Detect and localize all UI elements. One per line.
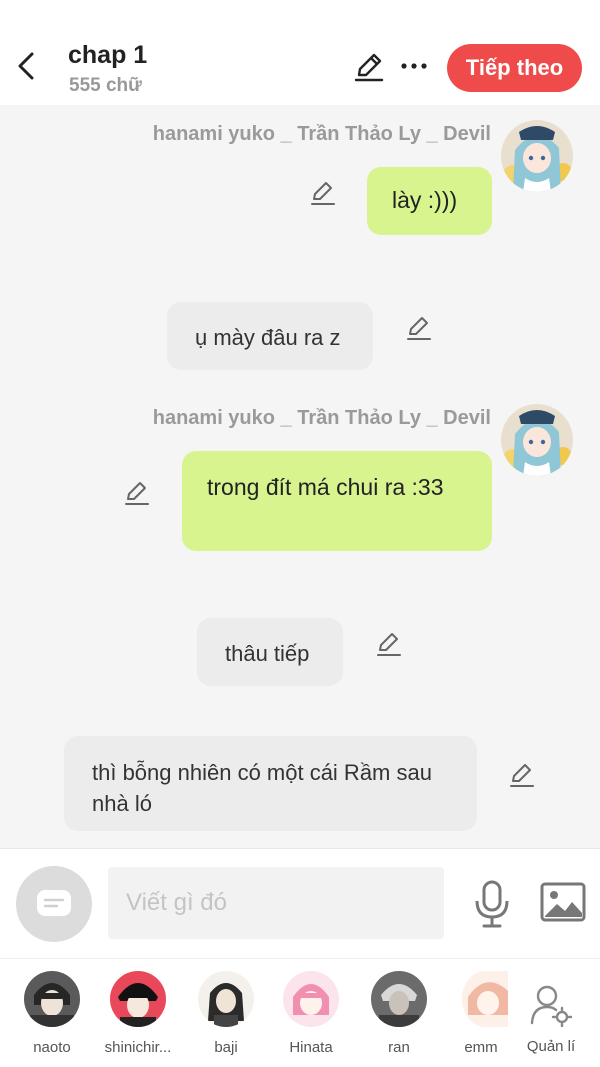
- character-avatar: [198, 971, 254, 1027]
- sender-name: hanami yuko _ Trần Thảo Ly _ Devil: [152, 407, 491, 429]
- character-item[interactable]: shinichir...: [103, 971, 173, 1056]
- back-icon[interactable]: [14, 50, 40, 82]
- user-settings-icon: [530, 985, 573, 1028]
- message-input[interactable]: [108, 867, 444, 939]
- message-bubble[interactable]: trong đít má chui ra :33: [182, 451, 492, 551]
- character-name: naoto: [33, 1039, 71, 1056]
- edit-message-icon[interactable]: [123, 479, 151, 507]
- chat-area[interactable]: hanami yuko _ Trần Thảo Ly _ Devil lày :…: [0, 105, 600, 848]
- character-avatar: [462, 971, 508, 1027]
- character-avatar: [371, 971, 427, 1027]
- character-name: shinichir...: [104, 1039, 172, 1056]
- narration-bubble[interactable]: thâu tiếp: [197, 618, 343, 686]
- message-icon: [37, 890, 71, 916]
- narration-bubble[interactable]: ụ mày đâu ra z: [167, 302, 373, 370]
- edit-pencil-icon[interactable]: [353, 51, 385, 83]
- character-item[interactable]: Hinata: [276, 971, 346, 1056]
- next-chapter-button[interactable]: Tiếp theo: [447, 44, 582, 92]
- manage-label: Quản lí: [526, 1038, 576, 1055]
- character-name: emm: [464, 1039, 498, 1056]
- word-count: 555 chữ: [69, 75, 142, 96]
- character-avatar: [24, 971, 80, 1027]
- message-bubble[interactable]: lày :))): [367, 167, 492, 235]
- edit-message-icon[interactable]: [508, 761, 536, 789]
- character-avatar[interactable]: [501, 404, 573, 476]
- character-name: ran: [388, 1039, 410, 1056]
- top-bar: chap 1 555 chữ Tiếp theo: [0, 0, 600, 105]
- edit-message-icon[interactable]: [405, 314, 433, 342]
- character-item[interactable]: emm: [450, 971, 508, 1056]
- narration-toggle-button[interactable]: [16, 866, 92, 942]
- character-avatar[interactable]: [501, 120, 573, 192]
- image-icon[interactable]: [540, 882, 586, 922]
- character-bar: naoto shinichir... baji Hinata ran emm Q…: [0, 958, 600, 1067]
- edit-message-icon[interactable]: [309, 179, 337, 207]
- manage-characters-button[interactable]: Quản lí: [520, 983, 582, 1055]
- microphone-icon[interactable]: [472, 879, 512, 929]
- narration-bubble[interactable]: thì bỗng nhiên có một cái Rầm sau nhà ló: [64, 736, 477, 831]
- character-avatar: [110, 971, 166, 1027]
- compose-bar: [0, 848, 600, 958]
- more-options-icon[interactable]: [400, 52, 428, 80]
- character-avatar: [283, 971, 339, 1027]
- character-item[interactable]: naoto: [17, 971, 87, 1056]
- edit-message-icon[interactable]: [375, 630, 403, 658]
- character-name: Hinata: [289, 1039, 333, 1056]
- chapter-title: chap 1: [68, 41, 148, 69]
- character-item[interactable]: ran: [364, 971, 434, 1056]
- character-name: baji: [214, 1039, 238, 1056]
- character-item[interactable]: baji: [191, 971, 261, 1056]
- sender-name: hanami yuko _ Trần Thảo Ly _ Devil: [152, 123, 491, 145]
